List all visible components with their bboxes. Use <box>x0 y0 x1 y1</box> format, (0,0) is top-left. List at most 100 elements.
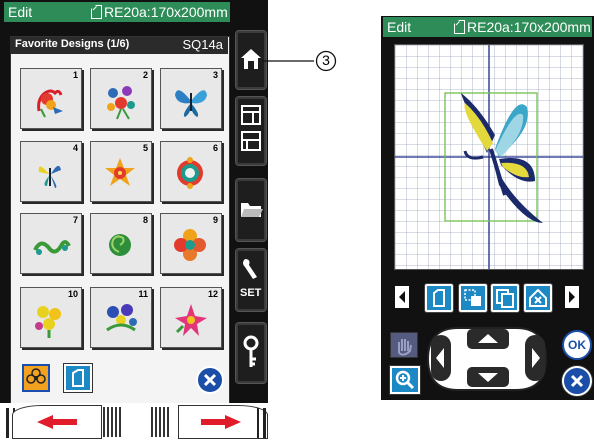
hoop-select-button[interactable] <box>64 364 92 392</box>
right-title-bar: Edit RE20a:170x200mm <box>383 17 592 37</box>
favorite-flower-icon <box>26 368 46 384</box>
butterfly-design-icon <box>175 90 207 117</box>
design-cell-10[interactable]: 10 <box>20 287 82 348</box>
nav-down-button[interactable] <box>466 366 510 388</box>
design-number: 8 <box>142 215 148 225</box>
four-petal-flower-design-icon <box>174 229 206 261</box>
set-button[interactable]: SET <box>235 248 267 312</box>
copy-icon <box>496 289 514 308</box>
flower-star-design-icon <box>105 158 135 186</box>
design-cell-7[interactable]: 7 <box>20 213 82 274</box>
left-title-bar: Edit RE20a:170x200mm <box>4 2 230 22</box>
set-wrench-icon <box>243 259 257 279</box>
design-number: 9 <box>212 215 218 225</box>
left-arrow-icon <box>399 291 405 303</box>
ok-button[interactable]: OK <box>562 330 592 360</box>
design-cell-11[interactable]: 11 <box>90 287 152 348</box>
design-cell-5[interactable]: 5 <box>90 141 152 202</box>
scroll-right-button[interactable] <box>178 405 268 439</box>
hoop-icon <box>91 5 102 19</box>
left-arrow-icon <box>431 335 451 381</box>
preview-grid <box>395 45 583 269</box>
sewing-machine-icon <box>241 105 261 151</box>
right-arrow-icon <box>525 335 545 381</box>
panel-title: Favorite Designs (1/6) <box>15 38 130 50</box>
pansy-design-icon <box>106 304 137 332</box>
design-cell-2[interactable]: 2 <box>90 68 152 129</box>
lily-design-icon <box>175 304 207 336</box>
design-cell-9[interactable]: 9 <box>160 213 222 274</box>
design-number: 11 <box>138 289 148 299</box>
open-file-button[interactable] <box>235 178 267 242</box>
embroidery-preview-area <box>394 44 584 270</box>
callout-number: 3 <box>322 52 330 68</box>
scroll-track[interactable] <box>95 407 178 437</box>
up-arrow-icon <box>467 329 509 349</box>
hoop-icon <box>72 369 84 387</box>
flower-bouquet-design-icon <box>107 86 135 120</box>
hoop-select-icon <box>433 289 445 307</box>
toolbar-scroll-right[interactable] <box>565 286 579 308</box>
small-butterfly-design-icon <box>38 165 61 188</box>
close-icon <box>203 373 217 387</box>
right-arrow-icon <box>569 291 575 303</box>
yellow-flower-bunch-design-icon <box>35 306 61 338</box>
design-cell-6[interactable]: 6 <box>160 141 222 202</box>
left-arrow-icon <box>37 415 77 429</box>
design-number: 2 <box>142 70 148 80</box>
delete-icon <box>529 288 547 307</box>
nav-left-button[interactable] <box>430 334 452 382</box>
key-icon <box>243 335 259 367</box>
sewing-mode-button[interactable] <box>235 96 267 166</box>
scroll-vine-design-icon <box>33 240 71 255</box>
hand-icon <box>398 339 412 356</box>
hoop-icon <box>454 20 465 34</box>
design-cell-1[interactable]: 1 <box>20 68 82 129</box>
green-spiral-design-icon <box>109 234 131 256</box>
lock-button[interactable] <box>235 322 267 384</box>
favorite-flower-button[interactable] <box>22 364 50 392</box>
design-number: 5 <box>142 143 148 153</box>
move-resize-icon <box>464 289 481 306</box>
delete-button[interactable] <box>524 284 552 312</box>
title-hoop-size: RE20a:170x200mm <box>467 19 591 35</box>
design-cell-3[interactable]: 3 <box>160 68 222 129</box>
close-icon <box>570 374 584 388</box>
close-button[interactable] <box>196 366 224 394</box>
design-number: 1 <box>72 70 78 80</box>
design-cell-8[interactable]: 8 <box>90 213 152 274</box>
zoom-in-icon <box>395 370 415 390</box>
title-mode: Edit <box>387 19 412 35</box>
hoop-select-button[interactable] <box>425 284 453 312</box>
right-close-button[interactable] <box>562 366 592 396</box>
design-number: 4 <box>72 143 78 153</box>
nav-up-button[interactable] <box>466 328 510 350</box>
design-number: 6 <box>212 143 218 153</box>
design-cell-12[interactable]: 12 <box>160 287 222 348</box>
title-hoop-size: RE20a:170x200mm <box>104 4 228 20</box>
design-number: 12 <box>207 289 218 299</box>
right-arrow-icon <box>201 415 241 429</box>
toolbar-scroll-left[interactable] <box>395 286 409 308</box>
copy-button[interactable] <box>491 284 519 312</box>
zoom-button[interactable] <box>390 366 420 394</box>
nav-right-button[interactable] <box>524 334 546 382</box>
panel-header: Favorite Designs (1/6) SQ14a <box>10 37 228 54</box>
home-icon <box>241 49 261 69</box>
set-label: SET <box>240 287 262 299</box>
design-code: SQ14a <box>182 37 223 52</box>
rooster-design-icon <box>37 89 63 118</box>
move-resize-button[interactable] <box>459 284 487 312</box>
scroll-left-button[interactable] <box>12 405 102 439</box>
ok-label: OK <box>568 338 586 352</box>
title-mode: Edit <box>8 4 33 20</box>
strip-edge-right <box>257 408 266 438</box>
design-cell-4[interactable]: 4 <box>20 141 82 202</box>
hand-tool-button[interactable] <box>390 332 418 358</box>
down-arrow-icon <box>467 367 509 387</box>
design-number: 10 <box>67 289 78 299</box>
design-number: 3 <box>212 70 218 80</box>
design-number: 7 <box>72 215 78 225</box>
flower-ring-design-icon <box>177 157 203 189</box>
folder-icon <box>241 203 263 217</box>
